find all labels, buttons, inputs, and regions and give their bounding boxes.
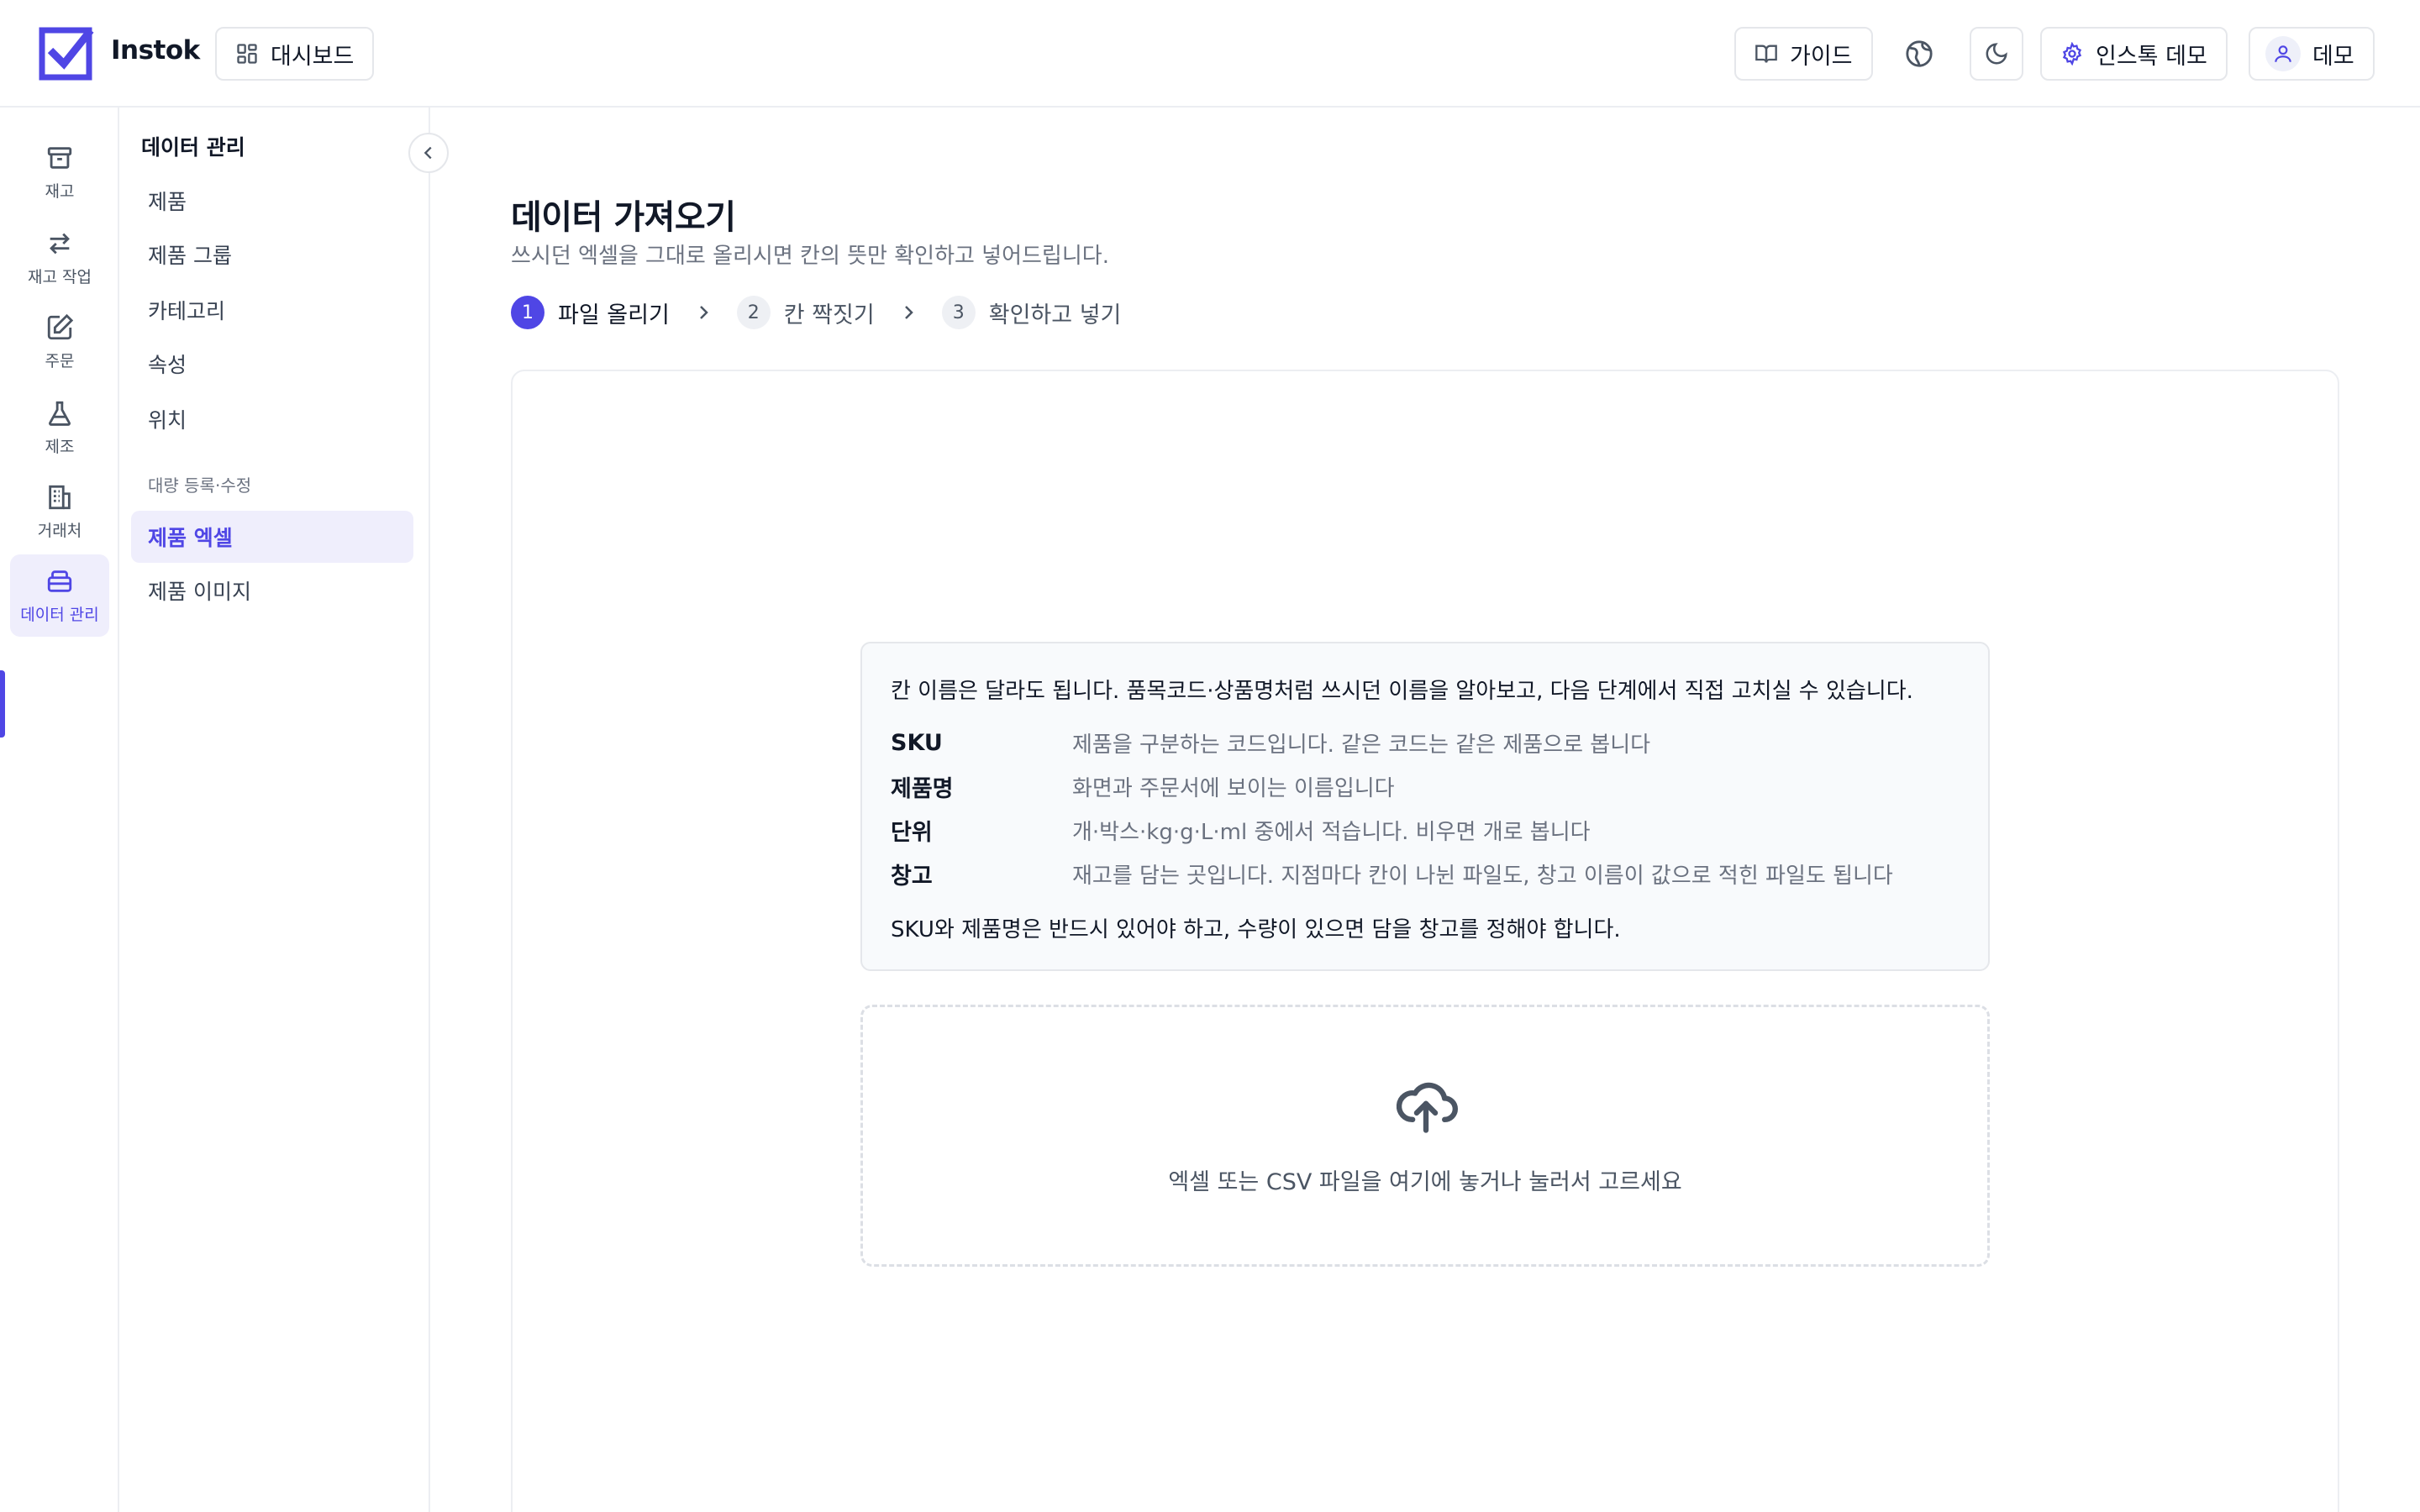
- dashboard-button[interactable]: 대시보드: [215, 27, 375, 81]
- rail-active-indicator: [0, 670, 5, 738]
- sidebar-title: 데이터 관리: [141, 135, 245, 160]
- page-subtitle: 쓰시던 엑셀을 그대로 올리시면 칸의 뜻만 확인하고 넣어드립니다.: [511, 244, 1109, 269]
- cloud-upload-icon: [1396, 1082, 1458, 1133]
- sidebar-item-product-excel[interactable]: 제품 엑셀: [131, 511, 413, 563]
- sidebar-item-categories[interactable]: 카테고리: [131, 284, 413, 336]
- collapse-sidebar-button[interactable]: [408, 133, 449, 173]
- database-icon: [47, 570, 72, 592]
- column-description: 제품을 구분하는 코드입니다. 같은 코드는 같은 제품으로 봅니다: [1072, 732, 1651, 758]
- guide-button[interactable]: 가이드: [1734, 27, 1873, 81]
- column-description: 화면과 주문서에 보이는 이름입니다: [1072, 775, 1395, 801]
- step-number: 3: [941, 296, 976, 329]
- rail-item-manufacturing[interactable]: 제조: [10, 386, 109, 469]
- step-number: 2: [736, 296, 771, 329]
- chevron-left-icon: [424, 146, 432, 160]
- step-map-columns[interactable]: 2 칸 짝짓기: [736, 296, 875, 329]
- edit-note-icon: [47, 313, 74, 339]
- page-title: 데이터 가져오기: [511, 198, 736, 237]
- rail-item-label: 제조: [45, 437, 75, 456]
- step-number: 1: [511, 296, 544, 329]
- user-icon: [2275, 45, 2291, 62]
- theme-toggle-button[interactable]: [1970, 27, 2023, 81]
- data-management-sidebar: 데이터 관리 제품 제품 그룹 카테고리 속성 위치 대량 등록·수정 제품 엑…: [119, 108, 430, 1512]
- step-label: 파일 올리기: [558, 302, 670, 328]
- globe-icon: [1906, 40, 1933, 67]
- book-open-icon: [1755, 45, 1777, 63]
- column-description: 재고를 담는 곳입니다. 지점마다 칸이 나뉜 파일도, 창고 이름이 값으로 …: [1072, 863, 1893, 889]
- dashboard-label: 대시보드: [271, 43, 355, 70]
- column-key: SKU: [891, 729, 943, 756]
- user-label: 데모: [2312, 43, 2354, 70]
- arrows-swap-icon: [50, 233, 70, 254]
- top-header: Instok 대시보드 가이드 인스톡 데모 데모: [0, 0, 2420, 108]
- rail-item-stock-ops[interactable]: 재고 작업: [10, 217, 109, 299]
- workspace-button[interactable]: 인스톡 데모: [2040, 27, 2228, 81]
- step-upload-file[interactable]: 1 파일 올리기: [511, 296, 670, 329]
- sidebar-item-product-images[interactable]: 제품 이미지: [131, 564, 413, 617]
- sidebar-item-product-groups[interactable]: 제품 그룹: [131, 228, 413, 281]
- step-label: 칸 짝짓기: [783, 302, 875, 328]
- rail-item-data-management[interactable]: 데이터 관리: [10, 554, 109, 637]
- guide-label: 가이드: [1790, 43, 1853, 70]
- rail-item-label: 거래처: [37, 521, 82, 540]
- column-guide-row: SKU 제품을 구분하는 코드입니다. 같은 코드는 같은 제품으로 봅니다: [891, 726, 1650, 759]
- workspace-label: 인스톡 데모: [2096, 43, 2207, 70]
- column-description: 개·박스·kg·g·L·ml 중에서 적습니다. 비우면 개로 봅니다: [1072, 819, 1591, 845]
- file-dropzone[interactable]: 엑셀 또는 CSV 파일을 여기에 놓거나 눌러서 고르세요: [860, 1005, 1990, 1267]
- brand-logo-icon[interactable]: [39, 25, 94, 81]
- column-guide-row: 제품명 화면과 주문서에 보이는 이름입니다: [891, 769, 1395, 803]
- sidebar-item-locations[interactable]: 위치: [131, 393, 413, 445]
- column-key: 제품명: [891, 775, 954, 802]
- column-guide-footer: SKU와 제품명은 반드시 있어야 하고, 수량이 있으면 담을 창고를 정해야…: [891, 917, 1621, 942]
- user-menu-button[interactable]: 데모: [2249, 27, 2375, 81]
- column-guide-row: 창고 재고를 담는 곳입니다. 지점마다 칸이 나뉜 파일도, 창고 이름이 값…: [891, 857, 1893, 890]
- gear-icon: [2062, 42, 2082, 66]
- language-button[interactable]: [1892, 27, 1946, 81]
- sidebar-item-attributes[interactable]: 속성: [131, 338, 413, 390]
- archive-icon: [47, 146, 72, 169]
- avatar: [2265, 36, 2301, 71]
- import-stepper: 1 파일 올리기 2 칸 짝짓기 3 확인하고 넣기: [511, 296, 1121, 329]
- rail-item-label: 재고: [45, 181, 75, 201]
- icon-rail: 재고 재고 작업 주문 제조 거래처 데이터 관리: [0, 108, 119, 1512]
- column-key: 단위: [891, 819, 933, 846]
- rail-item-partners[interactable]: 거래처: [10, 470, 109, 553]
- flask-icon: [49, 401, 71, 426]
- column-guide-intro: 칸 이름은 달라도 됩니다. 품목코드·상품명처럼 쓰시던 이름을 알아보고, …: [891, 679, 1913, 704]
- building-icon: [49, 485, 71, 509]
- column-guide-row: 단위 개·박스·kg·g·L·ml 중에서 적습니다. 비우면 개로 봅니다: [891, 813, 1591, 847]
- rail-item-label: 주문: [45, 351, 75, 370]
- step-confirm-import[interactable]: 3 확인하고 넣기: [941, 296, 1122, 329]
- brand-name[interactable]: Instok: [111, 35, 200, 66]
- rail-item-label: 재고 작업: [28, 267, 92, 286]
- grid-icon: [237, 44, 257, 64]
- sidebar-section-label: 대량 등록·수정: [148, 475, 252, 496]
- column-guide-box: 칸 이름은 달라도 됩니다. 품목코드·상품명처럼 쓰시던 이름을 알아보고, …: [860, 642, 1990, 971]
- chevron-right-icon: [693, 302, 713, 323]
- step-label: 확인하고 넣기: [988, 302, 1122, 328]
- column-key: 창고: [891, 863, 933, 890]
- moon-icon: [1986, 43, 2007, 65]
- rail-item-orders[interactable]: 주문: [10, 301, 109, 383]
- rail-item-inventory[interactable]: 재고: [10, 131, 109, 213]
- rail-item-label: 데이터 관리: [20, 605, 99, 624]
- dropzone-text: 엑셀 또는 CSV 파일을 여기에 놓거나 눌러서 고르세요: [1168, 1169, 1682, 1195]
- sidebar-item-products[interactable]: 제품: [131, 175, 413, 227]
- chevron-right-icon: [898, 302, 918, 323]
